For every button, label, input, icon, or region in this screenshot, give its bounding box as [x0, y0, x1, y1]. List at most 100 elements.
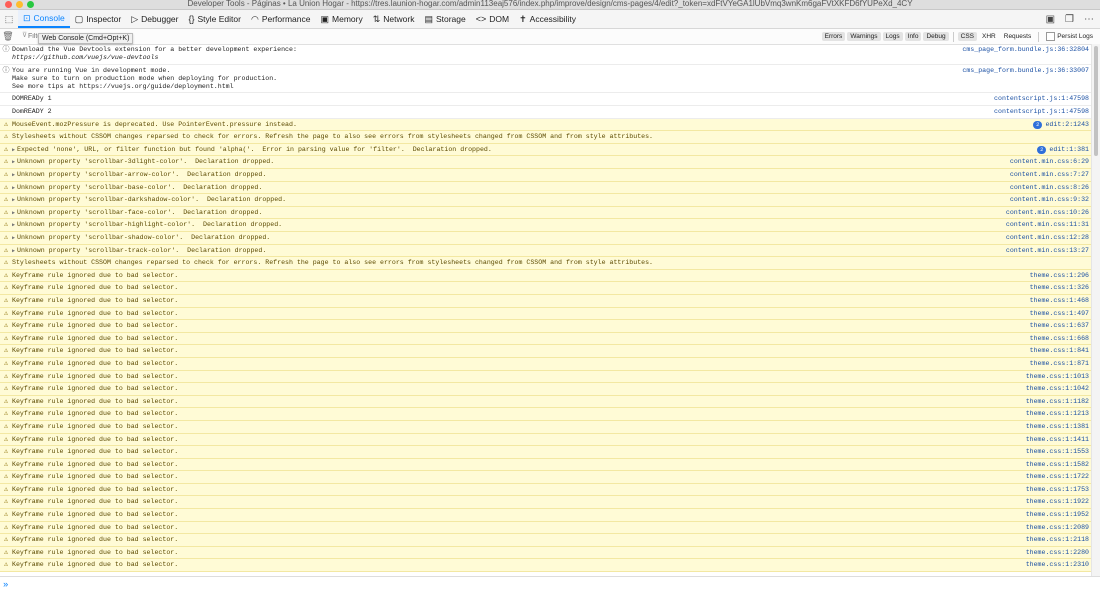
- message-source-link[interactable]: theme.css:1:2310: [1026, 561, 1092, 569]
- tab-style-editor[interactable]: {} Style Editor: [183, 10, 245, 28]
- filter-xhr-button[interactable]: XHR: [979, 32, 999, 41]
- message-source-link[interactable]: theme.css:1:1553: [1026, 448, 1092, 456]
- message-source-link[interactable]: theme.css:1:1922: [1026, 498, 1092, 506]
- message-source-link[interactable]: content.min.css:9:32: [1010, 196, 1092, 204]
- message-source-link[interactable]: theme.css:1:1411: [1026, 436, 1092, 444]
- filter-requests-button[interactable]: Requests: [1001, 32, 1034, 41]
- tab-console[interactable]: ⊡ Console: [18, 10, 70, 28]
- console-warning-row[interactable]: ⚠ ▶ Unknown property 'scrollbar-base-color…: [0, 181, 1092, 195]
- console-scrollbar[interactable]: [1091, 44, 1100, 577]
- console-warning-row[interactable]: ⚠ Keyframe rule ignored due to bad select…: [0, 559, 1092, 573]
- filter-debug-button[interactable]: Debug: [923, 32, 949, 41]
- message-source-link[interactable]: theme.css:1:296: [1030, 272, 1092, 280]
- message-source-link[interactable]: content.min.css:8:26: [1010, 184, 1092, 192]
- message-source-link[interactable]: content.min.css:13:27: [1006, 247, 1092, 255]
- message-source-link[interactable]: theme.css:1:1042: [1026, 385, 1092, 393]
- expand-arrow-icon[interactable]: ▶: [12, 197, 15, 203]
- message-source-link[interactable]: theme.css:1:2280: [1026, 549, 1092, 557]
- tab-memory[interactable]: ▣ Memory: [316, 10, 368, 28]
- message-source-link[interactable]: theme.css:1:1381: [1026, 423, 1092, 431]
- dock-layout-icon[interactable]: ▣: [1046, 14, 1055, 25]
- console-warning-row[interactable]: ⚠ Keyframe rule ignored due to bad select…: [0, 546, 1092, 560]
- console-log-row[interactable]: DomREADY 2 contentscript.js:1:47598: [0, 106, 1092, 119]
- expand-arrow-icon[interactable]: ▶: [12, 222, 15, 228]
- message-source-link[interactable]: theme.css:1:1213: [1026, 410, 1092, 418]
- message-source-link[interactable]: content.min.css:6:29: [1010, 158, 1092, 166]
- console-input-line[interactable]: »: [0, 576, 1100, 593]
- filter-logs-button[interactable]: Logs: [882, 32, 903, 41]
- message-source-link[interactable]: content.min.css:10:26: [1006, 209, 1092, 217]
- console-warning-row[interactable]: ⚠ MouseEvent.mozPressure is deprecated. U…: [0, 118, 1092, 132]
- console-warning-row[interactable]: ⚠ Keyframe rule ignored due to bad select…: [0, 509, 1092, 522]
- console-warning-row[interactable]: ⚠ Keyframe rule ignored due to bad select…: [0, 471, 1092, 484]
- separate-window-icon[interactable]: ❐: [1065, 14, 1074, 25]
- filter-errors-button[interactable]: Errors: [821, 32, 846, 41]
- tab-storage[interactable]: ▤ Storage: [419, 10, 470, 28]
- message-source-link[interactable]: content.min.css:12:28: [1006, 234, 1092, 242]
- expand-arrow-icon[interactable]: ▶: [12, 185, 15, 191]
- console-warning-row[interactable]: ⚠ Keyframe rule ignored due to bad select…: [0, 357, 1092, 371]
- message-source-link[interactable]: theme.css:1:668: [1030, 335, 1092, 343]
- console-warning-row[interactable]: ⚠ Keyframe rule ignored due to bad select…: [0, 383, 1092, 396]
- message-source-link[interactable]: theme.css:1:871: [1030, 360, 1092, 368]
- message-source-link[interactable]: theme.css:1:326: [1030, 284, 1092, 292]
- message-source-link[interactable]: theme.css:1:1753: [1026, 486, 1092, 494]
- console-warning-row[interactable]: ⚠ Keyframe rule ignored due to bad select…: [0, 320, 1092, 333]
- console-warning-row[interactable]: ⚠ Keyframe rule ignored due to bad select…: [0, 420, 1092, 434]
- tab-debugger[interactable]: ▷ Debugger: [126, 10, 183, 28]
- message-source-link[interactable]: theme.css:1:637: [1030, 322, 1092, 330]
- console-info-row[interactable]: ⓘ Download the Vue Devtools extension for…: [0, 44, 1092, 65]
- message-source-link[interactable]: theme.css:1:841: [1030, 347, 1092, 355]
- console-warning-row[interactable]: ⚠ ▶ Unknown property 'scrollbar-track-colo…: [0, 244, 1092, 258]
- clear-console-trash-icon[interactable]: 🗑: [0, 31, 16, 42]
- filter-warnings-button[interactable]: Warnings: [847, 32, 881, 41]
- message-source-link[interactable]: theme.css:1:1582: [1026, 461, 1092, 469]
- expand-arrow-icon[interactable]: ▶: [12, 235, 15, 241]
- expand-arrow-icon[interactable]: ▶: [12, 248, 15, 254]
- console-warning-row[interactable]: ⚠ ▶ Unknown property 'scrollbar-darkshadow…: [0, 194, 1092, 207]
- message-source-link[interactable]: theme.css:1:2089: [1026, 524, 1092, 532]
- message-source-link[interactable]: theme.css:1:1952: [1026, 511, 1092, 519]
- message-source-link[interactable]: cms_page_form.bundle.js:36:33007: [962, 67, 1092, 75]
- persist-logs-checkbox[interactable]: Persist Logs: [1043, 31, 1096, 42]
- message-source-link[interactable]: contentscript.js:1:47598: [994, 108, 1092, 116]
- console-warning-row[interactable]: ⚠ Keyframe rule ignored due to bad select…: [0, 269, 1092, 283]
- console-warning-row[interactable]: ⚠ Keyframe rule ignored due to bad select…: [0, 332, 1092, 346]
- message-source-link[interactable]: contentscript.js:1:47598: [994, 95, 1092, 103]
- tab-dom[interactable]: <> DOM: [471, 10, 514, 28]
- scrollbar-thumb[interactable]: [1094, 46, 1098, 156]
- console-warning-row[interactable]: ⚠ Keyframe rule ignored due to bad select…: [0, 433, 1092, 447]
- expand-arrow-icon[interactable]: ▶: [12, 172, 15, 178]
- console-warning-row[interactable]: ⚠ Keyframe rule ignored due to bad select…: [0, 294, 1092, 308]
- console-warning-row[interactable]: ⚠ ▶ Unknown property 'scrollbar-highlight-…: [0, 219, 1092, 233]
- message-source-link[interactable]: 2 edit:1:381: [1037, 145, 1092, 155]
- tab-inspector[interactable]: ▢ Inspector: [70, 10, 126, 28]
- console-warning-row[interactable]: ⚠ Keyframe rule ignored due to bad select…: [0, 345, 1092, 358]
- element-picker-icon[interactable]: ⬚: [0, 14, 18, 25]
- message-source-link[interactable]: theme.css:1:497: [1030, 310, 1092, 318]
- filter-css-button[interactable]: CSS: [957, 32, 978, 41]
- tab-accessibility[interactable]: ✝ Accessibility: [514, 10, 581, 28]
- console-warning-row[interactable]: ⚠ Keyframe rule ignored due to bad select…: [0, 282, 1092, 295]
- message-source-link[interactable]: content.min.css:11:31: [1006, 221, 1092, 229]
- console-warning-row[interactable]: ⚠ ▶ Unknown property 'scrollbar-shadow-col…: [0, 232, 1092, 245]
- console-warning-row[interactable]: ⚠ ▶ Unknown property 'scrollbar-3dlight-co…: [0, 156, 1092, 170]
- console-warning-row[interactable]: ⚠ Keyframe rule ignored due to bad select…: [0, 483, 1092, 497]
- message-source-link[interactable]: theme.css:1:1722: [1026, 473, 1092, 481]
- console-warning-row[interactable]: ⚠ Keyframe rule ignored due to bad select…: [0, 446, 1092, 459]
- console-warning-row[interactable]: ⚠ Stylesheets without CSSOM changes repar…: [0, 131, 1092, 144]
- console-warning-row[interactable]: ⚠ ▶ Unknown property 'scrollbar-arrow-colo…: [0, 169, 1092, 182]
- tab-network[interactable]: ⇅ Network: [368, 10, 420, 28]
- message-source-link[interactable]: theme.css:1:2118: [1026, 536, 1092, 544]
- console-warning-row[interactable]: ⚠ Keyframe rule ignored due to bad select…: [0, 521, 1092, 535]
- expand-arrow-icon[interactable]: ▶: [12, 147, 15, 153]
- message-source-link[interactable]: 2 edit:2:1243: [1033, 120, 1092, 129]
- filter-info-button[interactable]: Info: [904, 32, 922, 41]
- tab-performance[interactable]: ◠ Performance: [246, 10, 316, 28]
- console-warning-row[interactable]: ⚠ Keyframe rule ignored due to bad select…: [0, 395, 1092, 409]
- console-warning-row[interactable]: ⚠ Keyframe rule ignored due to bad select…: [0, 534, 1092, 547]
- message-source-link[interactable]: theme.css:1:468: [1030, 297, 1092, 305]
- console-info-row[interactable]: ⓘ You are running Vue in development mode…: [0, 65, 1092, 94]
- console-warning-row[interactable]: ⚠ Stylesheets without CSSOM changes repar…: [0, 257, 1092, 270]
- console-warning-row[interactable]: ⚠ Keyframe rule ignored due to bad select…: [0, 408, 1092, 421]
